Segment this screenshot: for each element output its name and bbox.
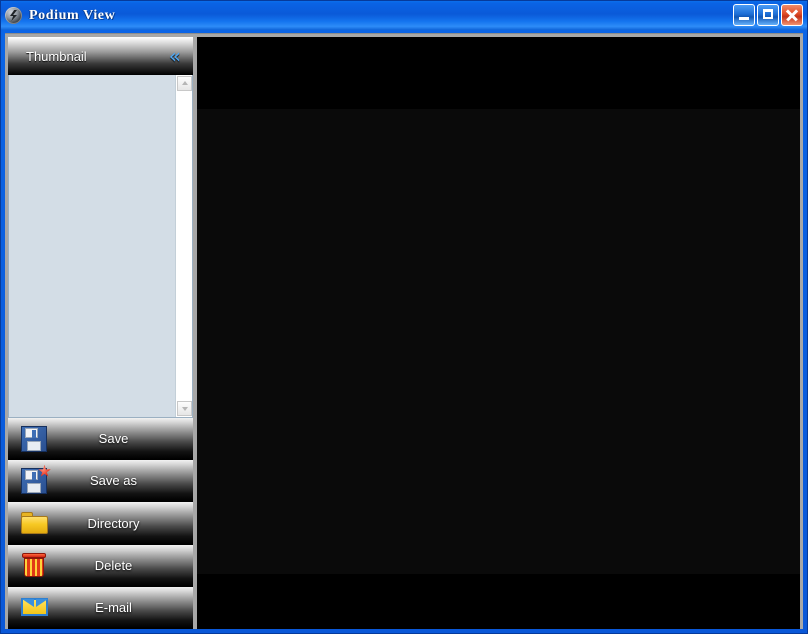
letterbox-top — [197, 37, 800, 109]
sidebar: Thumbnail « Save Save as Directory Delet… — [8, 37, 193, 630]
scrollbar-track[interactable] — [177, 91, 191, 401]
letterbox-bottom — [197, 574, 800, 629]
video-canvas[interactable] — [197, 109, 800, 574]
video-preview-area[interactable] — [197, 37, 800, 629]
inner-frame: Thumbnail « Save Save as Directory Delet… — [5, 33, 803, 630]
client-area: Thumbnail « Save Save as Directory Delet… — [1, 30, 807, 633]
minimize-button[interactable] — [733, 4, 755, 26]
floppy-disk-icon — [20, 424, 50, 454]
save-as-button[interactable]: Save as — [8, 460, 193, 503]
scroll-down-arrow[interactable] — [177, 401, 192, 416]
thumbnail-list-canvas[interactable] — [9, 75, 175, 417]
podium-view-icon — [5, 7, 22, 24]
application-window: Podium View Thumbnail « Save Save as Dir… — [0, 0, 808, 634]
folder-icon — [20, 508, 50, 538]
close-button[interactable] — [781, 4, 803, 26]
maximize-button[interactable] — [757, 4, 779, 26]
thumbnail-list[interactable] — [8, 75, 193, 418]
thumbnail-panel-title: Thumbnail — [26, 48, 87, 64]
floppy-disk-star-icon — [20, 464, 51, 496]
trash-can-icon — [20, 550, 50, 580]
action-button-list: Save Save as Directory Delete E-mail — [8, 418, 193, 630]
scroll-up-arrow[interactable] — [177, 76, 192, 91]
window-controls — [733, 4, 803, 26]
save-button[interactable]: Save — [8, 418, 193, 461]
envelope-icon — [20, 592, 50, 622]
window-title: Podium View — [29, 7, 116, 23]
delete-button[interactable]: Delete — [8, 544, 193, 587]
thumbnail-panel-header: Thumbnail « — [8, 37, 193, 75]
email-button[interactable]: E-mail — [8, 586, 193, 630]
directory-button[interactable]: Directory — [8, 502, 193, 545]
thumbnail-scrollbar[interactable] — [175, 75, 192, 417]
title-bar[interactable]: Podium View — [1, 1, 807, 30]
collapse-panel-icon[interactable]: « — [169, 46, 181, 66]
